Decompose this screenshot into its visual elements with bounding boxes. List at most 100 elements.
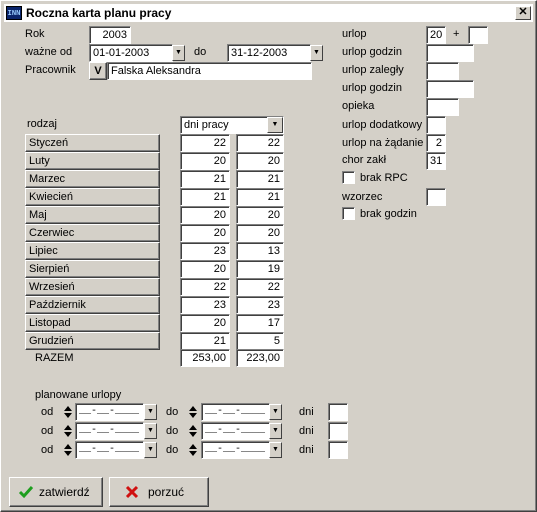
razem-b-field[interactable]: 223,00	[236, 349, 284, 367]
month-value-a[interactable]: 23	[180, 242, 230, 260]
brak-godzin-checkbox[interactable]	[342, 207, 355, 220]
vac-dni-field[interactable]	[328, 403, 348, 421]
vac-do-dropdown-button[interactable]: ▼	[269, 404, 282, 420]
urlop-zalegly-label: urlop zaległy	[342, 64, 404, 76]
month-button[interactable]: Lipiec	[25, 242, 160, 260]
spinner-arrows-icon	[63, 404, 73, 420]
urlop-zalegly-field[interactable]	[426, 62, 459, 80]
vac-od-date-field[interactable]: __-__-____	[75, 403, 144, 421]
month-value-b[interactable]: 20	[236, 152, 284, 170]
chor-zakl-field[interactable]: 31	[426, 152, 446, 170]
month-value-b[interactable]: 20	[236, 206, 284, 224]
vac-do-dropdown-button[interactable]: ▼	[269, 423, 282, 439]
wzorzec-field[interactable]	[426, 188, 446, 206]
vac-do-date-field[interactable]: __-__-____	[201, 441, 270, 459]
planowane-urlopy-title: planowane urlopy	[35, 389, 122, 401]
month-value-a[interactable]: 23	[180, 296, 230, 314]
month-button[interactable]: Październik	[25, 296, 160, 314]
vac-od-dropdown-button[interactable]: ▼	[144, 404, 157, 420]
month-value-b[interactable]: 17	[236, 314, 284, 332]
month-value-b[interactable]: 22	[236, 278, 284, 296]
month-value-b[interactable]: 13	[236, 242, 284, 260]
vac-od-spinner[interactable]	[62, 403, 74, 421]
pracownik-field[interactable]: Falska Aleksandra	[107, 62, 312, 80]
vac-od-spinner[interactable]	[62, 441, 74, 459]
month-value-b[interactable]: 20	[236, 224, 284, 242]
vac-do-label: do	[166, 406, 179, 418]
month-value-a[interactable]: 22	[180, 134, 230, 152]
urlop-na-zadanie-field[interactable]: 2	[426, 134, 446, 152]
vac-dni-field[interactable]	[328, 422, 348, 440]
vac-dni-label: dni	[299, 406, 314, 418]
vac-do-spinner[interactable]	[187, 422, 199, 440]
vac-od-date-field[interactable]: __-__-____	[75, 441, 144, 459]
urlop-dodatkowy-field[interactable]	[426, 116, 446, 134]
urlop-godzin2-field[interactable]	[426, 80, 474, 98]
month-value-b[interactable]: 19	[236, 260, 284, 278]
razem-a-field[interactable]: 253,00	[180, 349, 230, 367]
chevron-down-icon: ▼	[175, 49, 182, 56]
confirm-button[interactable]: zatwierdź	[9, 477, 103, 507]
month-button[interactable]: Grudzień	[25, 332, 160, 350]
month-button[interactable]: Kwiecień	[25, 188, 160, 206]
month-value-a[interactable]: 21	[180, 332, 230, 350]
spinner-arrows-icon	[188, 404, 198, 420]
rodzaj-dropdown-button[interactable]: ▼	[267, 117, 283, 133]
vac-do-label: do	[166, 425, 179, 437]
vac-dni-field[interactable]	[328, 441, 348, 459]
month-button[interactable]: Wrzesień	[25, 278, 160, 296]
month-value-b[interactable]: 21	[236, 170, 284, 188]
month-button[interactable]: Styczeń	[25, 134, 160, 152]
month-value-a[interactable]: 20	[180, 224, 230, 242]
cancel-button[interactable]: porzuć	[109, 477, 209, 507]
vac-do-spinner[interactable]	[187, 403, 199, 421]
wazne-od-label: ważne od	[25, 46, 73, 58]
urlop-extra-field[interactable]	[468, 26, 488, 44]
month-value-a[interactable]: 20	[180, 206, 230, 224]
month-value-a[interactable]: 21	[180, 188, 230, 206]
vac-od-dropdown-button[interactable]: ▼	[144, 423, 157, 439]
brak-rpc-checkbox[interactable]	[342, 171, 355, 184]
month-value-a[interactable]: 22	[180, 278, 230, 296]
month-value-b[interactable]: 23	[236, 296, 284, 314]
brak-rpc-label: brak RPC	[360, 172, 408, 184]
month-button[interactable]: Sierpień	[25, 260, 160, 278]
wazne-do-field[interactable]: 31-12-2003	[227, 44, 311, 62]
month-button[interactable]: Marzec	[25, 170, 160, 188]
chevron-down-icon: ▼	[147, 446, 154, 453]
wazne-od-dropdown-button[interactable]: ▼	[172, 45, 185, 61]
wazne-do-dropdown-button[interactable]: ▼	[310, 45, 323, 61]
month-value-b[interactable]: 21	[236, 188, 284, 206]
month-button[interactable]: Luty	[25, 152, 160, 170]
razem-label: RAZEM	[35, 352, 74, 364]
month-button[interactable]: Czerwiec	[25, 224, 160, 242]
urlop-field[interactable]: 20	[426, 26, 446, 44]
month-value-b[interactable]: 5	[236, 332, 284, 350]
vac-od-dropdown-button[interactable]: ▼	[144, 442, 157, 458]
vac-od-date-field[interactable]: __-__-____	[75, 422, 144, 440]
vac-do-spinner[interactable]	[187, 441, 199, 459]
vac-od-spinner[interactable]	[62, 422, 74, 440]
opieka-label: opieka	[342, 100, 375, 112]
chevron-down-icon: ▼	[147, 427, 154, 434]
opieka-field[interactable]	[426, 98, 459, 116]
month-label: Luty	[29, 155, 50, 167]
month-button[interactable]: Maj	[25, 206, 160, 224]
urlop-godzin-field[interactable]	[426, 44, 474, 62]
window-title: Roczna karta planu pracy	[26, 6, 172, 20]
rok-field[interactable]: 2003	[89, 26, 131, 44]
month-button[interactable]: Listopad	[25, 314, 160, 332]
month-value-a[interactable]: 20	[180, 314, 230, 332]
close-button[interactable]: ✕	[515, 6, 531, 20]
spinner-arrows-icon	[63, 442, 73, 458]
vac-do-date-field[interactable]: __-__-____	[201, 403, 270, 421]
vac-do-date-field[interactable]: __-__-____	[201, 422, 270, 440]
month-value-b[interactable]: 22	[236, 134, 284, 152]
wazne-od-field[interactable]: 01-01-2003	[89, 44, 173, 62]
vac-do-dropdown-button[interactable]: ▼	[269, 442, 282, 458]
month-value-a[interactable]: 21	[180, 170, 230, 188]
select-employee-button[interactable]: V	[89, 62, 107, 80]
month-value-a[interactable]: 20	[180, 260, 230, 278]
month-value-a[interactable]: 20	[180, 152, 230, 170]
month-label: Sierpień	[29, 263, 70, 275]
